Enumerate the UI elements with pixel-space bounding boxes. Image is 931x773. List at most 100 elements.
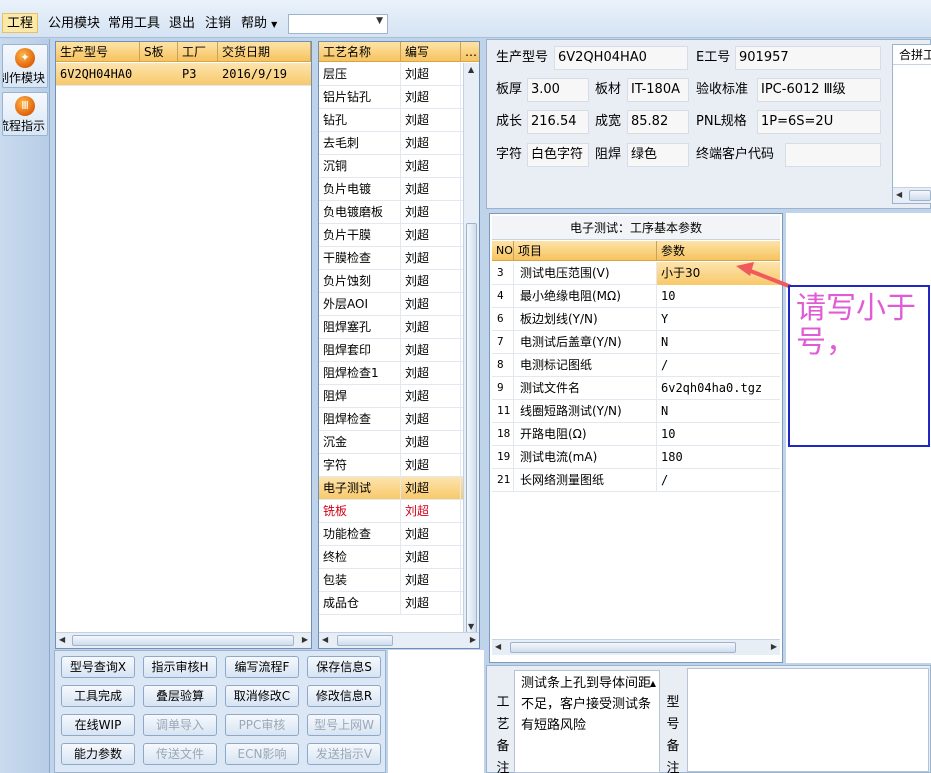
scroll-down-icon[interactable]: ▼ bbox=[468, 622, 474, 631]
field-length[interactable]: 216.54 bbox=[527, 110, 589, 134]
table-row[interactable]: 21 长网络测量图纸 / bbox=[492, 469, 780, 492]
scroll-thumb[interactable] bbox=[72, 635, 294, 646]
action-button[interactable]: 取消修改C bbox=[225, 685, 299, 707]
cell-value[interactable]: N bbox=[657, 400, 780, 423]
process-table-hscroll[interactable]: ◀ ▶ bbox=[319, 632, 479, 648]
sidebar-button-process[interactable]: Ⅲ 流程指示 bbox=[2, 92, 48, 136]
table-row[interactable]: 铣板 刘超 bbox=[319, 500, 463, 523]
parts-table-hscroll[interactable]: ◀ ▶ bbox=[56, 632, 311, 648]
table-row[interactable]: 负电镀磨板 刘超 bbox=[319, 201, 463, 224]
action-button[interactable]: 型号上网W bbox=[307, 714, 381, 736]
table-row[interactable]: 终检 刘超 bbox=[319, 546, 463, 569]
table-row[interactable]: 负片蚀刻 刘超 bbox=[319, 270, 463, 293]
col-header-item[interactable]: 项目 bbox=[514, 241, 657, 261]
menu-combo-select[interactable]: ▼ bbox=[288, 14, 388, 34]
field-material[interactable]: IT-180A bbox=[627, 78, 689, 102]
table-row[interactable]: 9 测试文件名 6v2qh04ha0.tgz bbox=[492, 377, 780, 400]
table-row[interactable]: 干膜检查 刘超 bbox=[319, 247, 463, 270]
model-remark-memo[interactable] bbox=[687, 668, 929, 772]
cell-value[interactable]: / bbox=[657, 354, 780, 377]
col-header-author[interactable]: 编写 bbox=[401, 42, 461, 62]
table-row[interactable]: 阻焊检查1 刘超 bbox=[319, 362, 463, 385]
table-row[interactable]: 包装 刘超 bbox=[319, 569, 463, 592]
merge-panel-hscroll[interactable]: ◀ bbox=[893, 187, 931, 203]
action-button[interactable]: 传送文件 bbox=[143, 743, 217, 765]
table-row[interactable]: 负片干膜 刘超 bbox=[319, 224, 463, 247]
action-button[interactable]: 修改信息R bbox=[307, 685, 381, 707]
col-header-more[interactable]: … bbox=[461, 42, 479, 62]
cell-value[interactable]: 6v2qh04ha0.tgz bbox=[657, 377, 780, 400]
action-button[interactable]: ECN影响 bbox=[225, 743, 299, 765]
scroll-thumb[interactable] bbox=[909, 190, 931, 201]
params-hscroll[interactable]: ◀ ▶ bbox=[492, 639, 780, 655]
field-eng-no[interactable]: 901957 bbox=[735, 46, 881, 70]
action-button[interactable]: 指示审核H bbox=[143, 656, 217, 678]
action-button[interactable]: PPC审核 bbox=[225, 714, 299, 736]
menu-common-modules[interactable]: 公用模块 bbox=[44, 14, 104, 34]
table-row[interactable]: 功能检查 刘超 bbox=[319, 523, 463, 546]
action-button[interactable]: 能力参数 bbox=[61, 743, 135, 765]
col-header-date[interactable]: 交货日期 bbox=[218, 42, 311, 62]
cell-value[interactable]: 180 bbox=[657, 446, 780, 469]
menu-common-tools[interactable]: 常用工具 bbox=[104, 14, 164, 34]
process-table-vscroll[interactable]: ▲ ▼ bbox=[463, 63, 479, 633]
table-row[interactable]: 铝片钻孔 刘超 bbox=[319, 86, 463, 109]
menu-exit[interactable]: 退出 bbox=[165, 14, 199, 34]
table-row[interactable]: 阻焊 刘超 bbox=[319, 385, 463, 408]
table-row[interactable]: 电子测试 刘超 bbox=[319, 477, 463, 500]
action-button[interactable]: 编写流程F bbox=[225, 656, 299, 678]
col-header-no[interactable]: NO bbox=[492, 241, 514, 261]
scroll-right-icon[interactable]: ▶ bbox=[302, 635, 308, 644]
table-row[interactable]: 6V2QH04HA0 P3 2016/9/19 bbox=[56, 63, 311, 86]
col-header-model[interactable]: 生产型号 bbox=[56, 42, 140, 62]
scroll-thumb[interactable] bbox=[337, 635, 393, 646]
table-row[interactable]: 阻焊塞孔 刘超 bbox=[319, 316, 463, 339]
field-customer-code[interactable] bbox=[785, 143, 881, 167]
cell-value[interactable]: / bbox=[657, 469, 780, 492]
scroll-left-icon[interactable]: ◀ bbox=[59, 635, 65, 644]
scroll-thumb[interactable] bbox=[510, 642, 736, 653]
table-row[interactable]: 11 线圈短路测试(Y/N) N bbox=[492, 400, 780, 423]
process-remark-memo[interactable]: 测试条上孔到导体间距不足，客户接受测试条有短路风险 ▲ bbox=[514, 670, 660, 773]
cell-value[interactable]: Y bbox=[657, 308, 780, 331]
table-row[interactable]: 6 板边划线(Y/N) Y bbox=[492, 308, 780, 331]
cell-value[interactable]: 10 bbox=[657, 423, 780, 446]
field-solder[interactable]: 绿色 bbox=[627, 143, 689, 167]
scroll-up-icon[interactable]: ▲ bbox=[650, 673, 656, 694]
table-row[interactable]: 字符 刘超 bbox=[319, 454, 463, 477]
field-model[interactable]: 6V2QH04HA0 bbox=[554, 46, 688, 70]
scroll-up-icon[interactable]: ▲ bbox=[468, 65, 474, 74]
action-button[interactable]: 型号查询X bbox=[61, 656, 135, 678]
action-button[interactable]: 叠层验算 bbox=[143, 685, 217, 707]
action-button[interactable]: 在线WIP bbox=[61, 714, 135, 736]
table-row[interactable]: 7 电测试后盖章(Y/N) N bbox=[492, 331, 780, 354]
menu-engineering[interactable]: 工程 bbox=[2, 13, 39, 33]
field-char[interactable]: 白色字符 bbox=[527, 143, 589, 167]
table-row[interactable]: 阻焊检查 刘超 bbox=[319, 408, 463, 431]
col-header-process-name[interactable]: 工艺名称 bbox=[319, 42, 401, 62]
scroll-left-icon[interactable]: ◀ bbox=[495, 642, 501, 651]
action-button[interactable]: 发送指示V bbox=[307, 743, 381, 765]
table-row[interactable]: 外层AOI 刘超 bbox=[319, 293, 463, 316]
scroll-thumb[interactable] bbox=[466, 223, 477, 633]
table-row[interactable]: 层压 刘超 bbox=[319, 63, 463, 86]
table-row[interactable]: 沉铜 刘超 bbox=[319, 155, 463, 178]
menu-help[interactable]: 帮助 ▼ bbox=[237, 14, 281, 34]
table-row[interactable]: 阻焊套印 刘超 bbox=[319, 339, 463, 362]
col-header-factory[interactable]: 工厂 bbox=[178, 42, 218, 62]
table-row[interactable]: 负片电镀 刘超 bbox=[319, 178, 463, 201]
table-row[interactable]: 8 电测标记图纸 / bbox=[492, 354, 780, 377]
action-button[interactable]: 工具完成 bbox=[61, 685, 135, 707]
field-pnl[interactable]: 1P=6S=2U bbox=[757, 110, 881, 134]
table-row[interactable]: 成品仓 刘超 bbox=[319, 592, 463, 615]
col-header-s-board[interactable]: S板 bbox=[140, 42, 178, 62]
field-standard[interactable]: IPC-6012 Ⅲ级 bbox=[757, 78, 881, 102]
table-row[interactable]: 钻孔 刘超 bbox=[319, 109, 463, 132]
table-row[interactable]: 19 测试电流(mA) 180 bbox=[492, 446, 780, 469]
table-row[interactable]: 沉金 刘超 bbox=[319, 431, 463, 454]
scroll-right-icon[interactable]: ▶ bbox=[771, 642, 777, 651]
scroll-left-icon[interactable]: ◀ bbox=[322, 635, 328, 644]
scroll-right-icon[interactable]: ▶ bbox=[470, 635, 476, 644]
menu-logout[interactable]: 注销 bbox=[201, 14, 235, 34]
field-width[interactable]: 85.82 bbox=[627, 110, 689, 134]
